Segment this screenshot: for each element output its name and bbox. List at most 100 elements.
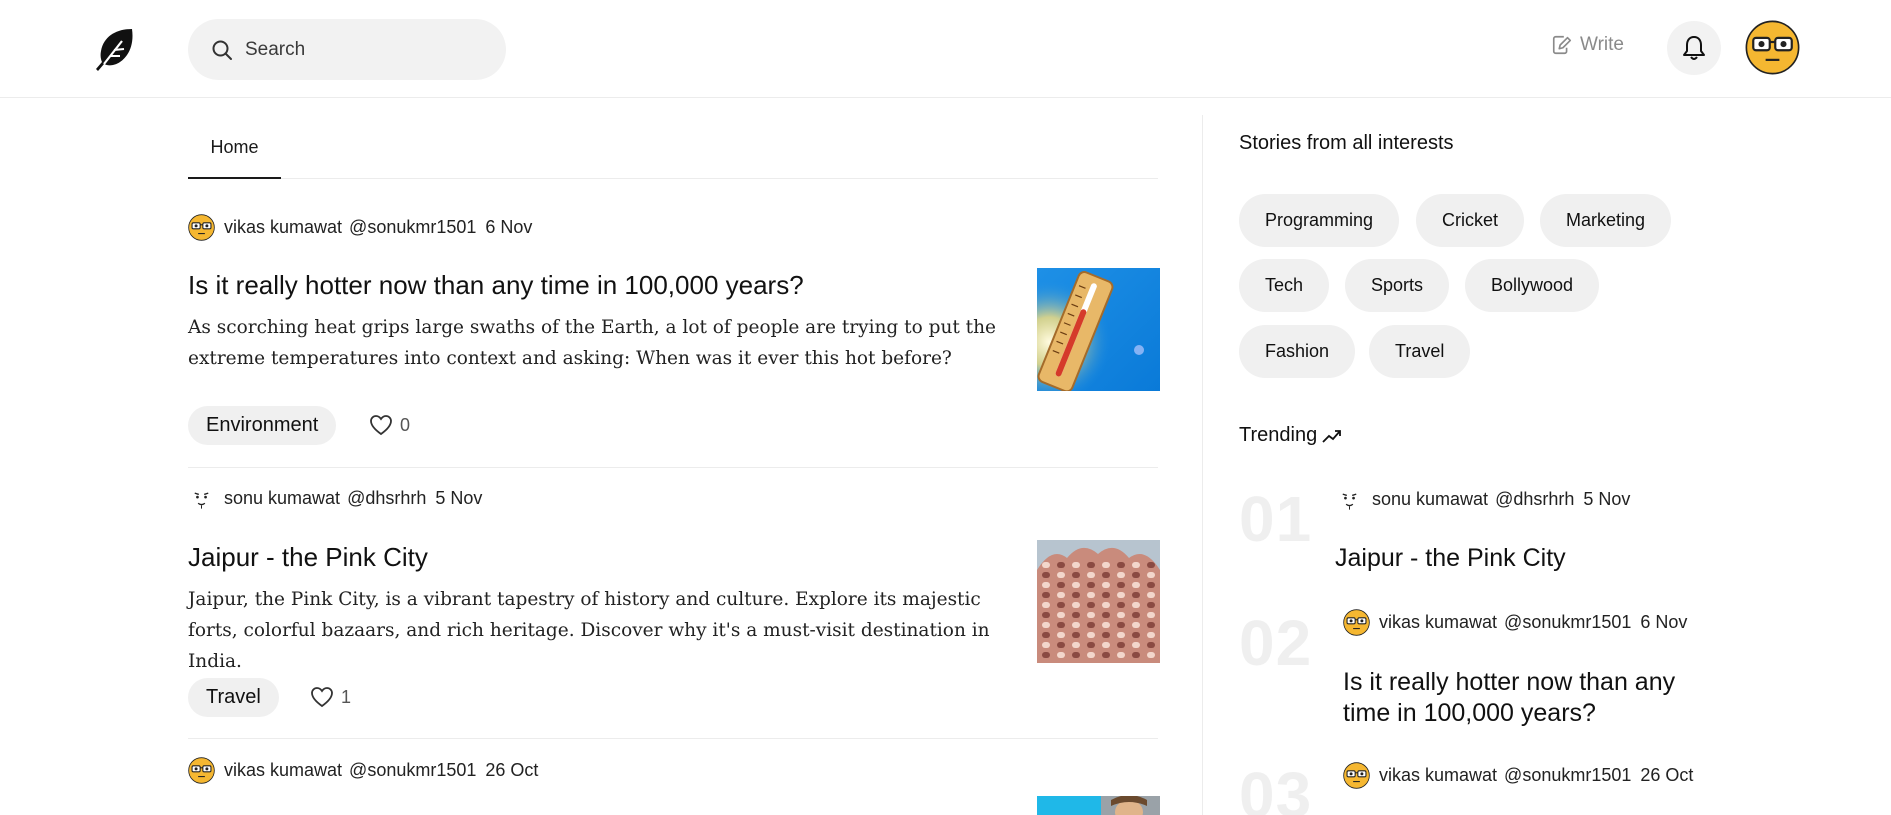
user-avatar[interactable]	[1745, 20, 1800, 75]
thermometer-sky-image[interactable]	[1037, 268, 1160, 391]
author-name[interactable]: vikas kumawat	[224, 217, 342, 238]
window-shape	[1117, 572, 1125, 578]
window-shape	[1117, 642, 1125, 648]
window-shape	[1132, 622, 1140, 628]
window-shape	[1072, 652, 1080, 658]
author-avatar	[1343, 762, 1370, 789]
post-title[interactable]: Jaipur - the Pink City	[188, 542, 428, 573]
window-shape	[1042, 582, 1050, 588]
author-name[interactable]: sonu kumawat	[1372, 489, 1488, 510]
like-button[interactable]: 0	[369, 414, 410, 436]
hawa-mahal-image[interactable]	[1037, 540, 1160, 663]
author-avatar	[1343, 609, 1370, 636]
heart-icon	[311, 687, 333, 708]
window-shape	[1087, 612, 1095, 618]
tab-home[interactable]: Home	[188, 118, 281, 179]
post-tag[interactable]: Travel	[188, 678, 279, 717]
author-name[interactable]: vikas kumawat	[1379, 612, 1497, 633]
author-handle[interactable]: @dhsrhrh	[347, 488, 426, 509]
trending-meta: sonu kumawat @dhsrhrh 5 Nov	[1336, 486, 1630, 513]
author-avatar	[188, 485, 215, 512]
window-shape	[1087, 592, 1095, 598]
window-shape	[1057, 652, 1065, 658]
window-shape	[1057, 632, 1065, 638]
like-button[interactable]: 1	[310, 686, 351, 708]
window-shape	[1072, 612, 1080, 618]
window-shape	[1132, 562, 1140, 568]
search-input[interactable]: Search	[188, 19, 506, 80]
interest-chip-fashion[interactable]: Fashion	[1239, 325, 1356, 378]
author-name[interactable]: vikas kumawat	[224, 760, 342, 781]
portrait-image[interactable]	[1037, 796, 1160, 815]
post-card[interactable]: vikas kumawat @sonukmr1501 26 Oct	[188, 756, 1160, 815]
write-icon	[1552, 35, 1572, 55]
window-shape	[1087, 622, 1095, 628]
window-shape	[1042, 612, 1050, 618]
post-card[interactable]: vikas kumawat @sonukmr1501 6 Nov Is it r…	[188, 213, 1160, 445]
interest-chip-cricket[interactable]: Cricket	[1416, 194, 1525, 247]
window-shape	[1147, 632, 1155, 638]
top-bar: Search Write	[0, 0, 1891, 98]
author-avatar	[1336, 486, 1363, 513]
trending-rank: 03	[1239, 759, 1313, 815]
author-handle[interactable]: @sonukmr1501	[1504, 612, 1631, 633]
window-shape	[1087, 562, 1095, 568]
window-shape	[1102, 622, 1110, 628]
notifications-button[interactable]	[1667, 21, 1721, 75]
window-shape	[1057, 572, 1065, 578]
author-handle[interactable]: @sonukmr1501	[1504, 765, 1631, 786]
interest-chip-programming[interactable]: Programming	[1239, 194, 1400, 247]
post-title[interactable]: Is it really hotter now than any time in…	[188, 270, 804, 301]
post-card[interactable]: sonu kumawat @dhsrhrh 5 Nov Jaipur - the…	[188, 484, 1160, 717]
trending-heading: Trending	[1239, 424, 1342, 447]
window-shape	[1117, 632, 1125, 638]
post-excerpt: As scorching heat grips large swaths of …	[188, 317, 996, 369]
window-shape	[1072, 582, 1080, 588]
trending-title[interactable]: Jaipur - the Pink City	[1335, 543, 1715, 574]
interests-heading: Stories from all interests	[1239, 132, 1454, 154]
interest-chip-tech[interactable]: Tech	[1239, 259, 1330, 312]
author-handle[interactable]: @sonukmr1501	[349, 217, 476, 238]
author-handle[interactable]: @sonukmr1501	[349, 760, 476, 781]
sidebar-divider	[1202, 115, 1203, 815]
feather-logo-icon[interactable]	[90, 25, 138, 73]
post-tag[interactable]: Environment	[188, 406, 337, 445]
window-shape	[1072, 562, 1080, 568]
post-date: 5 Nov	[1583, 489, 1631, 509]
write-button[interactable]: Write	[1551, 34, 1624, 56]
window-shape	[1132, 582, 1140, 588]
author-avatar	[188, 757, 215, 784]
window-shape	[1087, 632, 1095, 638]
window-shape	[1102, 632, 1110, 638]
window-shape	[1102, 612, 1110, 618]
author-avatar	[188, 214, 215, 241]
post-date: 5 Nov	[435, 487, 483, 508]
interest-chip-bollywood[interactable]: Bollywood	[1465, 259, 1600, 312]
post-date: 6 Nov	[1640, 612, 1688, 632]
like-count: 0	[400, 414, 411, 435]
post-meta: vikas kumawat @sonukmr1501 6 Nov	[188, 213, 1160, 241]
author-handle[interactable]: @dhsrhrh	[1495, 489, 1574, 510]
interest-chip-travel[interactable]: Travel	[1369, 325, 1471, 378]
window-shape	[1147, 622, 1155, 628]
author-name[interactable]: sonu kumawat	[224, 488, 340, 509]
window-shape	[1072, 642, 1080, 648]
author-name[interactable]: vikas kumawat	[1379, 765, 1497, 786]
window-shape	[1132, 642, 1140, 648]
window-shape	[1147, 612, 1155, 618]
feed-tabs: Home	[188, 118, 1158, 179]
window-shape	[1042, 602, 1050, 608]
post-divider	[188, 738, 1158, 739]
window-shape	[1057, 612, 1065, 618]
window-shape	[1147, 642, 1155, 648]
interest-chip-sports[interactable]: Sports	[1345, 259, 1450, 312]
trending-meta: vikas kumawat @sonukmr1501 6 Nov	[1343, 609, 1687, 636]
window-shape	[1072, 572, 1080, 578]
window-shape	[1057, 582, 1065, 588]
window-shape	[1072, 592, 1080, 598]
window-shape	[1057, 592, 1065, 598]
interest-chip-marketing[interactable]: Marketing	[1540, 194, 1672, 247]
window-shape	[1042, 622, 1050, 628]
trending-title[interactable]: Is it really hotter now than any time in…	[1343, 667, 1723, 729]
window-shape	[1147, 652, 1155, 658]
